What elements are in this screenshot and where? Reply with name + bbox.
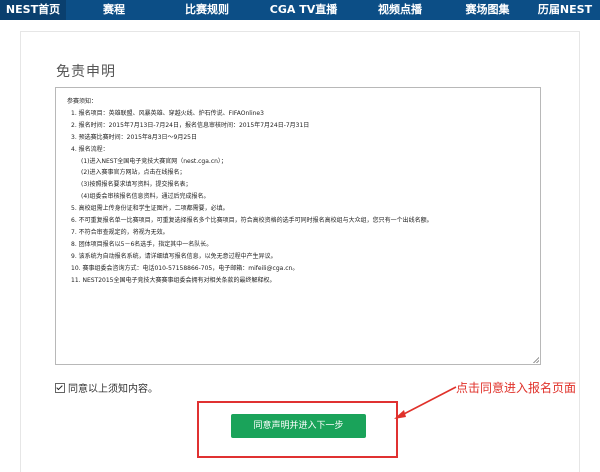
notice-line: 4. 报名流程：	[71, 145, 109, 153]
notice-line: 2. 报名时间：2015年7月13日-7月24日，报名信息审核时间：2015年7…	[71, 121, 310, 129]
nav-item[interactable]: 历届NEST	[530, 0, 600, 20]
page-title: 免责申明	[56, 64, 116, 80]
notice-line: 9. 该系统为自动报名系统，请详细填写报名信息，以免无意过程中产生异议。	[71, 252, 277, 260]
nav-item[interactable]: 比赛规则	[162, 0, 252, 20]
notice-line: 参赛须知：	[67, 98, 98, 105]
notice-line: 1. 报名项目：英雄联盟、风暴英雄、穿越火线、炉石传说、FIFAOnline3	[71, 109, 264, 117]
resize-handle-icon[interactable]	[533, 357, 539, 363]
notice-line: 5. 高校组需上传身份证和学生证图片，二项都需要，必填。	[71, 205, 229, 213]
agree-label: 同意以上须知内容。	[68, 384, 158, 395]
notice-line: (1)进入NEST全国电子竞技大赛官网（nest.cga.cn）；	[81, 157, 227, 165]
top-nav: NEST首页 赛程 比赛规则 CGA TV直播 视频点播 赛场图集 历届NEST	[0, 0, 600, 20]
annotation-arrow-icon	[394, 386, 457, 419]
notice-line: (2)进入赛事官方网站，点击在线报名；	[81, 169, 186, 177]
nav-item[interactable]: NEST首页	[0, 0, 66, 20]
agree-row[interactable]: 同意以上须知内容。	[55, 380, 158, 395]
notice-line: 10. 赛事组委会咨询方式：电话010-57158866-705，电子邮箱：mi…	[71, 264, 299, 272]
notice-line: 11. NEST2015全国电子竞技大赛赛事组委会拥有对相关条款的最终解释权。	[71, 276, 276, 284]
annotation-text: 点击同意进入报名页面	[456, 381, 577, 395]
nav-item[interactable]: CGA TV直播	[252, 0, 355, 20]
notice-line: 8. 团体项目报名以5－6名选手，指定其中一名队长。	[71, 240, 213, 248]
nav-item[interactable]: 赛程	[66, 0, 162, 20]
notice-line: 6. 不可重复报名单一比赛项目，可重复选择报名多个比赛项目，符合高校资格的选手可…	[71, 217, 433, 225]
notice-line: (3)按照报名要求填写资料，提交报名表；	[81, 181, 192, 189]
notice-content: 参赛须知： 1. 报名项目：英雄联盟、风暴英雄、穿越火线、炉石传说、FIFAOnl…	[67, 96, 537, 287]
notice-line: (4)组委会审核报名信息资料，通过后完成报名。	[81, 193, 210, 201]
nav-item[interactable]: 赛场图集	[445, 0, 530, 20]
notice-textarea[interactable]: 参赛须知： 1. 报名项目：英雄联盟、风暴英雄、穿越火线、炉石传说、FIFAOnl…	[55, 87, 541, 365]
notice-line: 3. 预选赛比赛时间：2015年8月3日～9月25日	[71, 133, 197, 141]
nav-item[interactable]: 视频点播	[355, 0, 445, 20]
notice-line: 7. 不符合审查规定的，将视为无效。	[71, 228, 169, 236]
agree-next-button[interactable]: 同意声明并进入下一步	[231, 414, 366, 438]
agree-checkbox[interactable]	[55, 382, 65, 393]
